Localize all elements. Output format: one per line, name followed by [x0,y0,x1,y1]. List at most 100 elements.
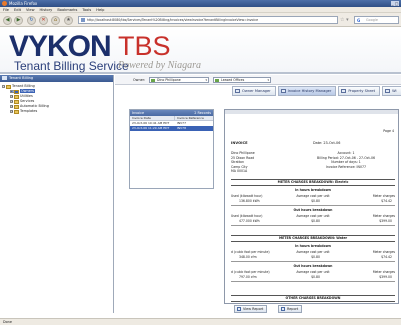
window-controls[interactable]: _ ▢ ✕ [391,1,399,11]
invoice-title: INVOICE [231,141,248,145]
home-icon[interactable]: ⌂ [51,16,60,25]
column-invoice-date[interactable]: Invoice Date [130,116,175,120]
invoice-date: Date: 23-Oct-06 [313,141,341,145]
invoice-top-strip [225,110,398,114]
invoice-list: Invoice 2 Records Invoice Date Invoice R… [129,109,214,189]
search-input[interactable]: G Google [354,16,399,24]
stop-icon[interactable]: ✕ [39,16,48,25]
electric-out-values: 477.000 kWh $0.80 $399.00 [239,219,392,223]
chevron-down-icon: ▾ [205,78,207,82]
electric-in-hours-heading: In hours breakdown [295,188,331,192]
menu-history[interactable]: History [40,7,53,12]
bookmark-icon[interactable]: ★ [64,16,73,25]
folder-icon [14,89,19,94]
owner-icon [151,78,155,82]
report-button[interactable]: Report [278,305,303,313]
expand-icon[interactable]: + [10,95,13,98]
menu-bookmarks[interactable]: Bookmarks [57,7,77,12]
water-in-hours-heading: In hours breakdown [295,244,331,248]
expand-icon[interactable]: + [10,110,13,113]
search-placeholder: Google [366,18,378,22]
tbs-logo: TBS [118,31,171,61]
divider [231,205,395,206]
selector-bar: Owner: Dino Phillipone ▾ Leased Offices ▾ [115,75,401,85]
address-line: MA 0001A [231,169,248,174]
property-sheet-button[interactable]: Property Sheet [338,86,381,96]
google-icon: G [357,18,361,23]
page-number: Page 4 [383,129,394,133]
menu-view[interactable]: View [26,7,35,12]
sheet-icon [341,89,347,93]
window-icon [385,89,391,93]
divider [231,261,395,262]
menu-help[interactable]: Help [96,7,104,12]
tree-item-templates[interactable]: + Templates [10,109,113,114]
menu-edit[interactable]: Edit [14,7,21,12]
forward-icon[interactable]: ▶ [14,16,23,25]
manager-icon [235,89,240,93]
invoice-history-manager-button[interactable]: Invoice History Manager [277,86,337,96]
water-in-columns: d (cubic foot per minute) Average cost pe… [231,250,396,254]
folder-icon [14,94,19,99]
back-icon[interactable]: ◀ [3,16,12,25]
electric-in-columns: Used (kilowatt hour) Average cost per uni… [231,194,396,198]
nav-tree-panel: Tenant Billing −Tenant Billing +Owners +… [0,75,114,313]
billing-address: Dino Phillipone 25 Dixon Road Stratton C… [231,151,255,174]
window-titlebar: Mozilla Firefox _ ▢ ✕ [0,0,401,11]
status-text: Done [3,320,12,324]
report-actions: View Report Report [224,305,399,313]
url-bar[interactable]: http://localhost:8080/tbs/Services/Tenan… [78,16,338,24]
status-bar: Done [0,318,401,325]
collapse-icon[interactable]: − [2,85,5,88]
tree-header: Tenant Billing [0,75,113,82]
owner-select[interactable]: Dino Phillipone ▾ [149,77,209,83]
water-in-values: 348.00 cfm $0.80 $74.42 [239,255,392,259]
logo-tagline: Powered by Niagara [118,60,201,71]
menu-file[interactable]: File [3,7,9,12]
print-icon [281,307,285,311]
star-icon[interactable]: ☆ ▾ [340,16,352,24]
folder-icon [6,84,11,89]
other-charges-heading: OTHER CHARGES BREAKDOWN [231,295,395,302]
more-views-button[interactable]: Wi [382,86,401,96]
divider [231,225,395,226]
chevron-down-icon: ▾ [267,78,269,82]
app-header: VYKON TBS Tenant Billing Service Powered… [0,28,401,96]
folder-icon [2,76,7,80]
report-icon [237,307,241,311]
owner-manager-button[interactable]: Owner Manager [232,86,276,96]
table-row[interactable]: 23-Oct-06 11:29 AM EDT INV78 [130,126,213,131]
nav-tree: −Tenant Billing +Owners +Utilities +Serv… [0,82,113,114]
electric-out-hours-heading: Out hours breakdown [293,208,333,212]
water-out-values: 797.00 cfm $0.80 $399.00 [239,275,392,279]
folder-icon [14,109,19,114]
water-out-hours-heading: Out hours breakdown [293,264,333,268]
water-out-columns: d (cubic foot per minute) Average cost pe… [231,270,396,274]
view-tabs: Owner Manager Invoice History Manager Pr… [232,86,401,96]
column-invoice-reference[interactable]: Invoice Reference [175,116,204,120]
electric-section-heading: METER CHARGES BREAKDOWN: Electric [231,179,395,186]
electric-in-values: 136.800 kWh $0.80 $74.42 [239,199,392,203]
account-details: Account: 1 Billing Period: 27-Oct-06 - 2… [317,151,375,169]
water-section-heading: METER CHARGES BREAKDOWN: Water [231,235,395,242]
folder-icon [14,99,19,104]
expand-icon[interactable]: + [10,105,13,108]
firefox-icon [2,1,7,6]
invoice-ref-cell: INV78 [177,126,186,130]
divider [231,281,395,282]
electric-out-columns: Used (kilowatt hour) Average cost per uni… [231,214,396,218]
history-icon [280,89,286,93]
cost-center-icon [215,78,219,82]
url-text: http://localhost:8080/tbs/Services/Tenan… [87,18,259,22]
folder-icon [14,104,19,109]
cost-center-select[interactable]: Leased Offices ▾ [213,77,271,83]
view-report-button[interactable]: View Report [234,305,268,313]
address-line: Dino Phillipone [231,151,255,155]
menu-tools[interactable]: Tools [82,7,91,12]
page-icon [81,18,85,22]
expand-icon[interactable]: + [10,100,13,103]
owner-label: Owner: [133,78,146,82]
invoice-reference: Invoice Reference: INV77 [325,164,367,169]
reload-icon[interactable]: ↻ [27,16,36,25]
window-title: Mozilla Firefox [9,1,38,6]
